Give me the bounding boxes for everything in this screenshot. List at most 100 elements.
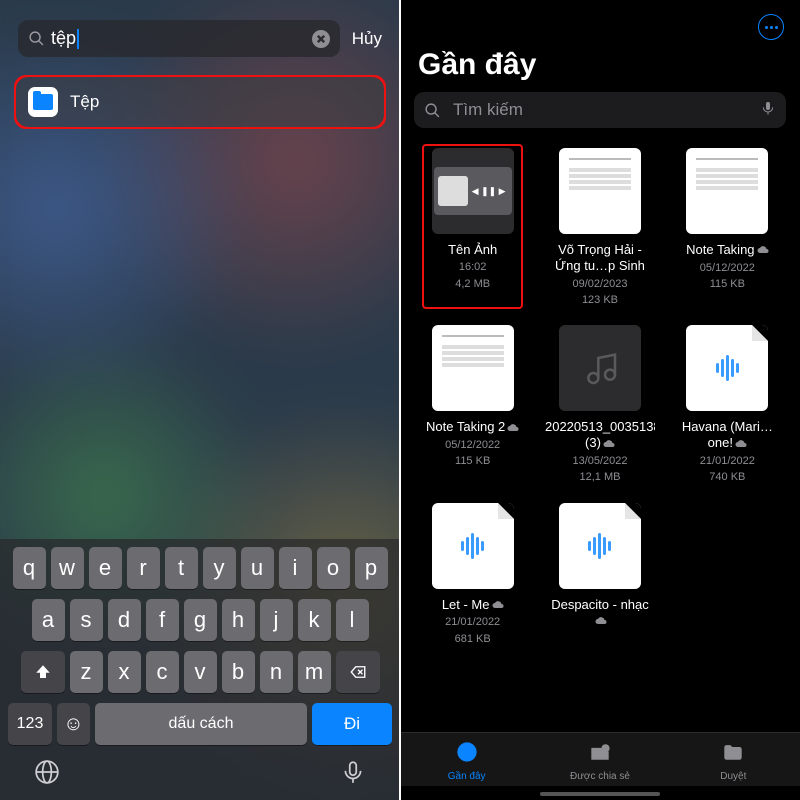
keyboard: qwertyuiop asdfghjkl zxcvbnm 123 ☺ dấu c…	[0, 539, 400, 800]
file-item[interactable]: Let - Me21/01/2022681 KB	[414, 503, 531, 646]
files-search-field[interactable]: Tìm kiếm	[414, 92, 786, 128]
search-icon	[28, 30, 45, 47]
go-key[interactable]: Đi	[312, 703, 392, 745]
key-a[interactable]: a	[32, 599, 65, 641]
file-thumbnail: ◀ ❚❚ ▶	[432, 148, 514, 234]
search-header: tệp Hủy	[0, 0, 400, 71]
tab-label: Được chia sẻ	[570, 771, 630, 782]
tab-clock[interactable]: Gần đây	[400, 741, 533, 782]
file-date: 05/12/2022	[445, 438, 500, 452]
home-indicator	[540, 792, 660, 796]
file-item[interactable]: Havana (Mari…one!21/01/2022740 KB	[669, 325, 786, 485]
tab-label: Duyệt	[720, 771, 746, 782]
file-size: 123 KB	[582, 293, 618, 307]
search-icon	[424, 102, 441, 119]
cloud-icon	[595, 613, 607, 629]
delete-key[interactable]	[336, 651, 380, 693]
file-thumbnail	[559, 148, 641, 234]
key-y[interactable]: y	[203, 547, 236, 589]
shared-icon	[587, 741, 613, 768]
file-date: 13/05/2022	[572, 454, 627, 468]
file-name: 20220513_003513860 (3)	[545, 419, 655, 452]
file-name: Note Taking	[686, 242, 768, 259]
file-size: 4,2 MB	[455, 277, 490, 291]
key-p[interactable]: p	[355, 547, 388, 589]
file-size: 12,1 MB	[580, 470, 621, 484]
file-size: 115 KB	[710, 277, 745, 291]
emoji-key[interactable]: ☺	[57, 703, 90, 745]
cloud-icon	[492, 597, 504, 613]
clear-icon[interactable]	[312, 30, 330, 48]
numbers-key[interactable]: 123	[8, 703, 52, 745]
file-item[interactable]: Võ Trọng Hải - Ứng tu…p Sinh 09/02/2023 12…	[541, 148, 658, 307]
file-date: 21/01/2022	[445, 615, 500, 629]
file-item[interactable]: Note Taking05/12/2022115 KB	[669, 148, 786, 307]
search-input[interactable]: tệp	[51, 28, 312, 49]
file-name: Note Taking 2	[426, 419, 519, 436]
result-label: Tệp	[70, 92, 99, 112]
browse-icon	[720, 741, 746, 768]
key-h[interactable]: h	[222, 599, 255, 641]
key-x[interactable]: x	[108, 651, 141, 693]
key-w[interactable]: w	[51, 547, 84, 589]
key-u[interactable]: u	[241, 547, 274, 589]
key-r[interactable]: r	[127, 547, 160, 589]
key-k[interactable]: k	[298, 599, 331, 641]
tab-label: Gần đây	[448, 771, 486, 782]
file-thumbnail	[559, 325, 641, 411]
key-s[interactable]: s	[70, 599, 103, 641]
key-v[interactable]: v	[184, 651, 217, 693]
shift-key[interactable]	[21, 651, 65, 693]
key-t[interactable]: t	[165, 547, 198, 589]
key-b[interactable]: b	[222, 651, 255, 693]
spotlight-search-screen: tệp Hủy Tệp qwertyuiop asdfghjkl zxcvbnm	[0, 0, 400, 800]
cancel-button[interactable]: Hủy	[352, 29, 382, 49]
clock-icon	[454, 741, 480, 768]
spacebar-key[interactable]: dấu cách	[95, 703, 307, 745]
key-j[interactable]: j	[260, 599, 293, 641]
search-result-files-app[interactable]: Tệp	[14, 75, 386, 129]
page-title: Gần đây	[400, 46, 800, 92]
file-name: Võ Trọng Hải - Ứng tu…p Sinh	[545, 242, 655, 275]
key-z[interactable]: z	[70, 651, 103, 693]
file-item[interactable]: Note Taking 2 05/12/2022 115 KB	[414, 325, 531, 485]
tab-browse[interactable]: Duyệt	[667, 741, 800, 782]
file-thumbnail	[686, 325, 768, 411]
file-item[interactable]: 20220513_003513860 (3) 13/05/2022 12,1 MB	[541, 325, 658, 485]
key-i[interactable]: i	[279, 547, 312, 589]
file-size: 681 KB	[455, 632, 491, 646]
file-date: 16:02	[459, 260, 487, 274]
key-g[interactable]: g	[184, 599, 217, 641]
dictation-icon[interactable]	[340, 759, 366, 790]
key-m[interactable]: m	[298, 651, 331, 693]
file-size: 115 KB	[455, 454, 490, 468]
file-item[interactable]: Despacito - nhạc	[541, 503, 658, 646]
files-app-icon	[28, 87, 58, 117]
mic-icon[interactable]	[760, 100, 776, 120]
file-thumbnail	[686, 148, 768, 234]
key-q[interactable]: q	[13, 547, 46, 589]
cloud-icon	[757, 242, 769, 258]
search-placeholder: Tìm kiếm	[453, 100, 760, 120]
tab-bar: Gần đây Được chia sẻ Duyệt	[400, 732, 800, 786]
search-field[interactable]: tệp	[18, 20, 340, 57]
file-grid: ◀ ❚❚ ▶Tên Ảnh16:024,2 MBVõ Trọng Hải - Ứ…	[400, 142, 800, 732]
key-c[interactable]: c	[146, 651, 179, 693]
more-options-button[interactable]	[758, 14, 784, 40]
key-l[interactable]: l	[336, 599, 369, 641]
file-date: 09/02/2023	[572, 277, 627, 291]
file-name: Havana (Mari…one!	[672, 419, 782, 452]
tab-shared[interactable]: Được chia sẻ	[533, 741, 666, 782]
key-o[interactable]: o	[317, 547, 350, 589]
file-thumbnail	[559, 503, 641, 589]
files-recents-screen: Gần đây Tìm kiếm ◀ ❚❚ ▶Tên Ảnh16:024,2 M…	[400, 0, 800, 800]
key-d[interactable]: d	[108, 599, 141, 641]
cloud-icon	[735, 436, 747, 452]
globe-icon[interactable]	[34, 759, 60, 790]
key-f[interactable]: f	[146, 599, 179, 641]
file-thumbnail	[432, 503, 514, 589]
file-item[interactable]: ◀ ❚❚ ▶Tên Ảnh16:024,2 MB	[414, 148, 531, 307]
key-n[interactable]: n	[260, 651, 293, 693]
file-name: Despacito - nhạc	[545, 597, 655, 630]
key-e[interactable]: e	[89, 547, 122, 589]
